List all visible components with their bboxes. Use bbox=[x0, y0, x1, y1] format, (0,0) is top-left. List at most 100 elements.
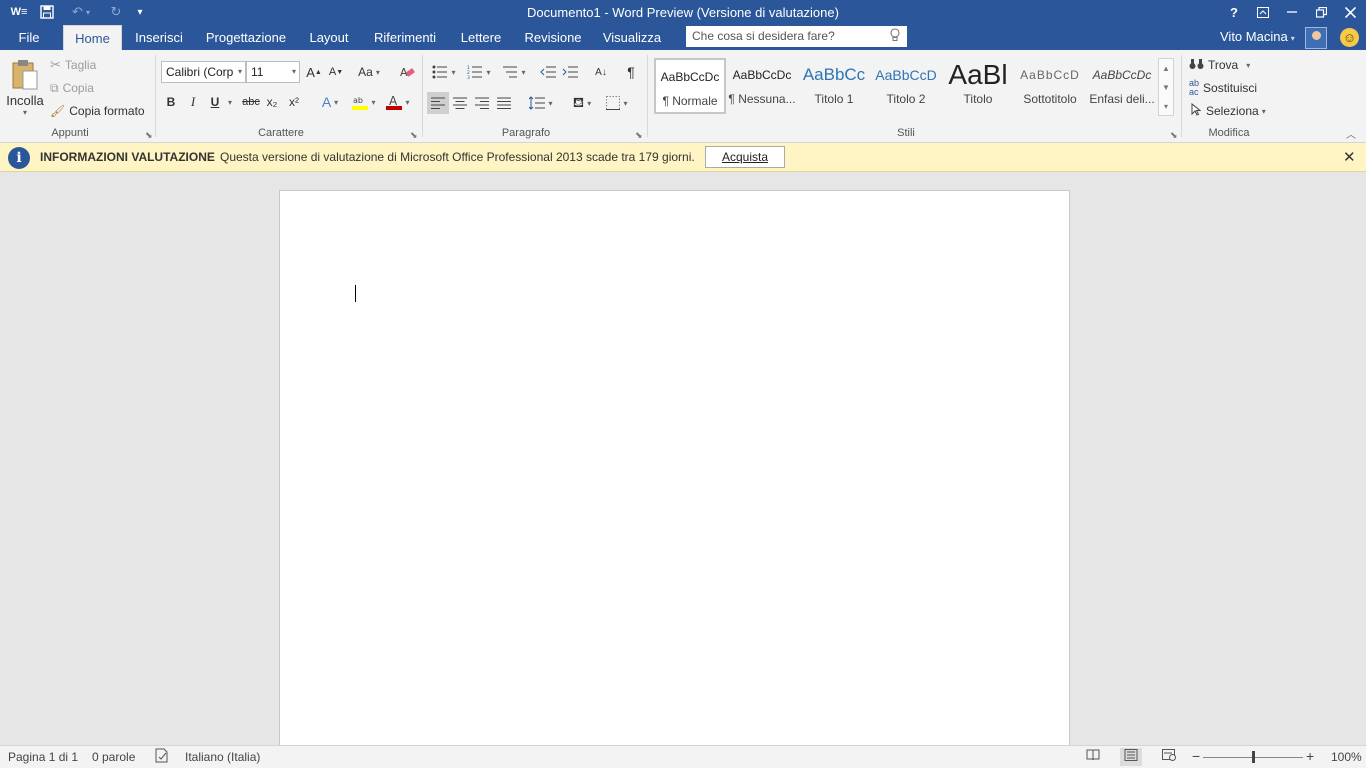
style-normal[interactable]: AaBbCcDc ¶ Normale bbox=[654, 58, 726, 114]
bullets-icon[interactable]: ▾ bbox=[428, 62, 460, 82]
tab-layout[interactable]: Layout bbox=[304, 25, 354, 50]
style-preview: AaBbCcDc bbox=[660, 70, 720, 84]
tab-home[interactable]: Home bbox=[63, 25, 122, 50]
cut-button[interactable]: ✂ Taglia bbox=[50, 55, 96, 75]
language-status[interactable]: Italiano (Italia) bbox=[185, 750, 260, 764]
help-button[interactable]: ? bbox=[1220, 0, 1248, 24]
shading-icon[interactable]: ⛾ ▾ bbox=[567, 92, 597, 114]
italic-button[interactable]: I bbox=[185, 92, 201, 112]
font-launcher-icon[interactable]: ⬊ bbox=[410, 130, 418, 141]
undo-icon[interactable]: ↶ ▾ bbox=[66, 2, 96, 22]
minimize-icon[interactable] bbox=[1278, 0, 1306, 24]
print-layout-icon[interactable] bbox=[1120, 748, 1142, 766]
tab-file[interactable]: File bbox=[8, 25, 50, 50]
replace-icon: ab ac bbox=[1189, 78, 1200, 97]
align-center-icon[interactable] bbox=[449, 92, 471, 114]
zoom-level[interactable]: 100% bbox=[1331, 750, 1362, 764]
paragraph-launcher-icon[interactable]: ⬊ bbox=[635, 130, 643, 141]
style-subtle-emphasis[interactable]: AaBbCcDc Enfasi deli... bbox=[1086, 58, 1158, 114]
multilevel-list-icon[interactable]: ▾ bbox=[498, 62, 530, 82]
sort-icon[interactable]: A↓ bbox=[591, 62, 611, 82]
font-color-icon[interactable]: A ▾ bbox=[383, 92, 413, 112]
svg-text:ab: ab bbox=[353, 96, 363, 105]
copy-button[interactable]: ⧉ Copia bbox=[50, 78, 94, 98]
bold-button[interactable]: B bbox=[163, 92, 179, 112]
justify-icon[interactable] bbox=[493, 92, 515, 114]
font-family-select[interactable]: Calibri (Corp ▾ bbox=[161, 61, 246, 83]
tab-references[interactable]: Riferimenti bbox=[368, 25, 442, 50]
chevron-down-icon[interactable]: ▼ bbox=[1159, 78, 1173, 97]
style-preview: AaBbCcDc bbox=[1092, 68, 1152, 82]
customize-qat-icon[interactable]: ▾ bbox=[132, 2, 148, 22]
font-size-select[interactable]: 11 ▾ bbox=[246, 61, 300, 83]
text-effects-icon[interactable]: A ▾ bbox=[316, 92, 344, 112]
clipboard-icon bbox=[12, 60, 38, 90]
copy-label: Copia bbox=[62, 81, 94, 95]
close-icon[interactable]: ✕ bbox=[1343, 148, 1356, 166]
word-count[interactable]: 0 parole bbox=[92, 750, 135, 764]
underline-dropdown-icon[interactable]: ▾ bbox=[225, 92, 235, 112]
strikethrough-button[interactable]: abc bbox=[240, 92, 262, 112]
increase-indent-icon[interactable] bbox=[560, 62, 580, 82]
web-layout-icon[interactable] bbox=[1158, 748, 1180, 766]
collapse-ribbon-icon[interactable]: ︿ bbox=[1344, 127, 1358, 141]
style-no-spacing[interactable]: AaBbCcDc ¶ Nessuna... bbox=[726, 58, 798, 114]
find-button[interactable]: Trova ▾ bbox=[1189, 55, 1250, 75]
avatar[interactable] bbox=[1305, 27, 1327, 49]
superscript-button[interactable]: x² bbox=[286, 92, 302, 112]
chevron-up-icon[interactable]: ▲ bbox=[1159, 59, 1173, 78]
document-page[interactable] bbox=[279, 190, 1070, 750]
read-mode-icon[interactable] bbox=[1082, 748, 1104, 766]
close-icon[interactable] bbox=[1336, 0, 1364, 24]
tab-view[interactable]: Visualizza bbox=[600, 25, 664, 50]
line-spacing-icon[interactable]: ▾ bbox=[526, 92, 556, 114]
info-icon: i bbox=[8, 147, 30, 169]
show-formatting-marks-icon[interactable]: ¶ bbox=[622, 62, 640, 82]
styles-launcher-icon[interactable]: ⬊ bbox=[1170, 130, 1178, 141]
zoom-slider-thumb[interactable] bbox=[1252, 751, 1255, 763]
change-case-button[interactable]: Aa ▾ bbox=[354, 62, 384, 82]
subscript-button[interactable]: x₂ bbox=[264, 92, 280, 112]
grow-font-icon[interactable]: A ▲ bbox=[305, 62, 323, 82]
style-heading-1[interactable]: AaBbCc Titolo 1 bbox=[798, 58, 870, 114]
feedback-smiley-icon[interactable]: ☺ bbox=[1340, 28, 1359, 47]
tab-mailings[interactable]: Lettere bbox=[456, 25, 506, 50]
align-left-icon[interactable] bbox=[427, 92, 449, 114]
font-family-value: Calibri (Corp bbox=[166, 65, 234, 79]
zoom-in-icon[interactable]: + bbox=[1306, 748, 1314, 764]
style-subtitle[interactable]: AaBbCcD Sottotitolo bbox=[1014, 58, 1086, 114]
tab-design[interactable]: Progettazione bbox=[202, 25, 290, 50]
more-styles-icon[interactable]: ▾ bbox=[1159, 97, 1173, 116]
save-icon[interactable] bbox=[36, 2, 58, 22]
align-right-icon[interactable] bbox=[471, 92, 493, 114]
zoom-out-icon[interactable]: − bbox=[1192, 748, 1200, 764]
ribbon-display-options-icon[interactable] bbox=[1249, 0, 1277, 24]
replace-label: Sostituisci bbox=[1203, 81, 1258, 95]
clear-formatting-icon[interactable]: A bbox=[397, 62, 417, 82]
shrink-font-icon[interactable]: A ▼ bbox=[327, 62, 345, 82]
select-button[interactable]: Seleziona ▾ bbox=[1191, 101, 1266, 121]
restore-icon[interactable] bbox=[1307, 0, 1335, 24]
find-label: Trova bbox=[1208, 58, 1239, 72]
clipboard-launcher-icon[interactable]: ⬊ bbox=[145, 130, 153, 141]
page-count[interactable]: Pagina 1 di 1 bbox=[8, 750, 78, 764]
replace-button[interactable]: ab ac Sostituisci bbox=[1189, 78, 1257, 98]
buy-button[interactable]: Acquista bbox=[705, 146, 785, 168]
tell-me-search-input[interactable]: Che cosa si desidera fare? bbox=[686, 26, 907, 47]
borders-icon[interactable]: ▾ bbox=[602, 92, 632, 114]
redo-icon[interactable]: ↻ bbox=[106, 2, 126, 22]
style-preview: AaBbCcDc bbox=[732, 68, 792, 82]
tab-insert[interactable]: Inserisci bbox=[130, 25, 188, 50]
numbering-icon[interactable]: 1 2 3 ▾ bbox=[463, 62, 495, 82]
tab-review[interactable]: Revisione bbox=[520, 25, 586, 50]
style-title[interactable]: AaBl Titolo bbox=[942, 58, 1014, 114]
user-name[interactable]: Vito Macina ▾ bbox=[1220, 29, 1295, 44]
decrease-indent-icon[interactable] bbox=[538, 62, 558, 82]
format-painter-button[interactable]: 🖌 Copia formato bbox=[50, 101, 145, 121]
proofing-icon[interactable] bbox=[154, 748, 170, 766]
styles-gallery-scroll[interactable]: ▲ ▼ ▾ bbox=[1158, 58, 1174, 116]
paste-button[interactable]: Incolla ▾ bbox=[6, 56, 44, 120]
style-heading-2[interactable]: AaBbCcD Titolo 2 bbox=[870, 58, 942, 114]
highlight-color-icon[interactable]: ab ▾ bbox=[349, 92, 379, 112]
underline-button[interactable]: U bbox=[207, 92, 223, 112]
